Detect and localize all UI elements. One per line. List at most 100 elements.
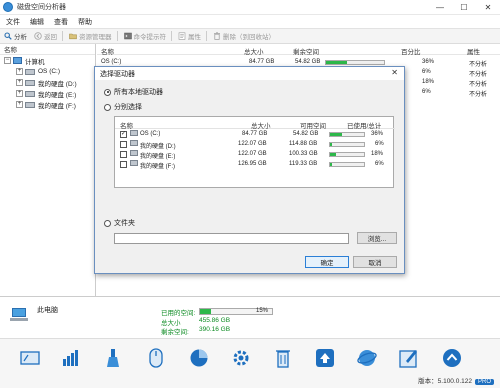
analyze-button[interactable]: 分析 (4, 31, 27, 41)
column-free[interactable]: 剩余空间 (293, 46, 319, 56)
drive-total: 122.07 GB (238, 141, 267, 147)
explorer-button[interactable]: 资源管理器 (69, 31, 112, 41)
mouse-icon[interactable] (145, 347, 167, 369)
free-space-label: 剩余空间: (161, 329, 189, 336)
cancel-button[interactable]: 取消 (353, 256, 397, 268)
menu-file[interactable]: 文件 (6, 17, 20, 27)
drive-row[interactable]: 我的硬盘 (F:) 126.95 GB 119.33 GB 6% (115, 160, 395, 170)
delete-icon[interactable] (272, 347, 294, 369)
all-drives-option[interactable]: 所有本地驱动器 (104, 87, 163, 97)
pie-chart-icon[interactable] (188, 347, 210, 369)
menu-help[interactable]: 帮助 (78, 17, 92, 27)
delete-button[interactable]: 删除（到回收站） (213, 31, 275, 41)
cleanup-icon[interactable] (102, 347, 124, 369)
expand-toggle[interactable]: + (16, 90, 23, 97)
grid-chart-icon[interactable] (60, 347, 82, 369)
column-name[interactable]: 名称 (101, 46, 114, 56)
drive-checkbox[interactable] (120, 141, 127, 148)
folder-path-input[interactable] (114, 233, 349, 244)
status-panel: 此电脑 已用的空间: 15% 总大小 455.86 GB 剩余空间: 390.1… (0, 296, 500, 338)
close-button[interactable]: ✕ (476, 0, 500, 15)
column-total[interactable]: 总大小 (244, 46, 264, 56)
dt-column-name[interactable]: 名称 (120, 120, 133, 130)
drive-tree: 名称 − 计算机 + OS (C:) + 我的硬盘 (D:) + 我的硬盘 (E… (0, 44, 96, 296)
settings-icon[interactable] (230, 347, 252, 369)
select-each-radio[interactable] (104, 103, 111, 111)
browse-button[interactable]: 浏览... (357, 232, 397, 244)
drive-usage-bar (329, 132, 365, 137)
column-percent[interactable]: 百分比 (401, 46, 421, 56)
ok-button[interactable]: 确定 (305, 256, 349, 268)
expand-toggle[interactable]: + (16, 68, 23, 75)
toolbar: 分析 返回 资源管理器 命令提示符 属性 删除（到回收站） (0, 28, 500, 44)
menu-view[interactable]: 查看 (54, 17, 68, 27)
row-free: 54.82 GB (295, 59, 321, 65)
window-title: 磁盘空间分析器 (17, 4, 66, 11)
drive-used: 18% (371, 151, 384, 157)
drive-usage-bar (329, 152, 365, 157)
drive-free: 54.82 GB (293, 131, 319, 137)
tree-item-drive-c[interactable]: + OS (C:) (0, 66, 95, 77)
edit-icon[interactable] (398, 347, 420, 369)
ie-icon[interactable] (356, 347, 378, 369)
properties-button[interactable]: 属性 (178, 31, 201, 41)
select-drive-dialog: 选择驱动器 ✕ 所有本地驱动器 分别选择 名称 总大小 可用空间 已使用/总计 … (94, 66, 405, 274)
dt-column-free[interactable]: 可用空间 (300, 120, 326, 130)
back-button[interactable]: 返回 (34, 31, 57, 41)
dialog-close-button[interactable]: ✕ (391, 68, 398, 77)
tree-item-drive-f[interactable]: + 我的硬盘 (F:) (0, 99, 95, 110)
tree-item-computer[interactable]: − 计算机 (0, 55, 95, 66)
drive-icon (130, 140, 138, 146)
disk-icon[interactable] (19, 347, 41, 369)
row-percent: 6% (422, 69, 431, 75)
drive-name: 我的硬盘 (D:) (140, 144, 176, 150)
menu-edit[interactable]: 编辑 (30, 17, 44, 27)
toolbar-separator (171, 31, 172, 41)
drive-usage-bar (329, 142, 365, 147)
drive-icon (130, 130, 138, 136)
tree-item-drive-d[interactable]: + 我的硬盘 (D:) (0, 77, 95, 88)
row-percent: 18% (422, 79, 435, 85)
search-icon (4, 32, 12, 40)
list-header: 名称 总大小 剩余空间 百分比 属性 (97, 44, 500, 56)
row-attr: 不分析 (469, 82, 488, 88)
drive-checkbox[interactable] (120, 161, 127, 168)
all-drives-radio[interactable] (104, 88, 111, 96)
drive-checkbox[interactable] (120, 151, 127, 158)
menu-bar: 文件 编辑 查看 帮助 (0, 15, 500, 28)
expand-toggle[interactable]: + (16, 101, 23, 108)
upload-icon[interactable] (314, 347, 336, 369)
computer-icon (13, 57, 22, 64)
properties-label: 属性 (188, 34, 201, 41)
drive-row[interactable]: ✓ OS (C:) 84.77 GB 54.82 GB 36% (115, 130, 395, 139)
expand-toggle[interactable]: + (16, 79, 23, 86)
minimize-button[interactable]: — (428, 0, 452, 15)
cmd-button[interactable]: 命令提示符 (123, 31, 166, 41)
drive-checkbox[interactable]: ✓ (120, 131, 127, 138)
row-name: OS (C:) (101, 59, 122, 65)
drive-row[interactable]: 我的硬盘 (E:) 122.07 GB 100.33 GB 18% (115, 150, 395, 160)
row-total: 84.77 GB (249, 59, 275, 65)
drive-free: 114.88 GB (289, 141, 318, 147)
bottom-toolbar: 版本：5.100.0.122 PRO (0, 338, 500, 388)
folder-radio[interactable] (104, 219, 111, 227)
tree-header: 名称 (0, 44, 95, 55)
back-label: 返回 (44, 34, 57, 41)
dialog-title: 选择驱动器 (100, 70, 135, 78)
tree-item-drive-e[interactable]: + 我的硬盘 (E:) (0, 88, 95, 99)
maximize-button[interactable]: ☐ (452, 0, 476, 15)
tree-item-label: 我的硬盘 (E:) (38, 91, 77, 99)
folder-option[interactable]: 文件夹 (104, 218, 135, 228)
drive-row[interactable]: 我的硬盘 (D:) 122.07 GB 114.88 GB 6% (115, 140, 395, 150)
column-attr[interactable]: 属性 (467, 46, 480, 56)
up-arrow-icon[interactable] (441, 347, 463, 369)
select-each-option[interactable]: 分别选择 (104, 102, 142, 112)
title-bar: 磁盘空间分析器 — ☐ ✕ (0, 0, 500, 15)
tree-item-label: 我的硬盘 (F:) (38, 102, 76, 110)
tree-item-label: OS (C:) (38, 68, 61, 75)
dt-column-total[interactable]: 总大小 (251, 120, 271, 130)
drive-total: 122.07 GB (238, 151, 267, 157)
drive-name: 我的硬盘 (F:) (140, 164, 175, 170)
collapse-toggle[interactable]: − (4, 57, 11, 64)
dt-column-used[interactable]: 已使用/总计 (347, 120, 381, 130)
